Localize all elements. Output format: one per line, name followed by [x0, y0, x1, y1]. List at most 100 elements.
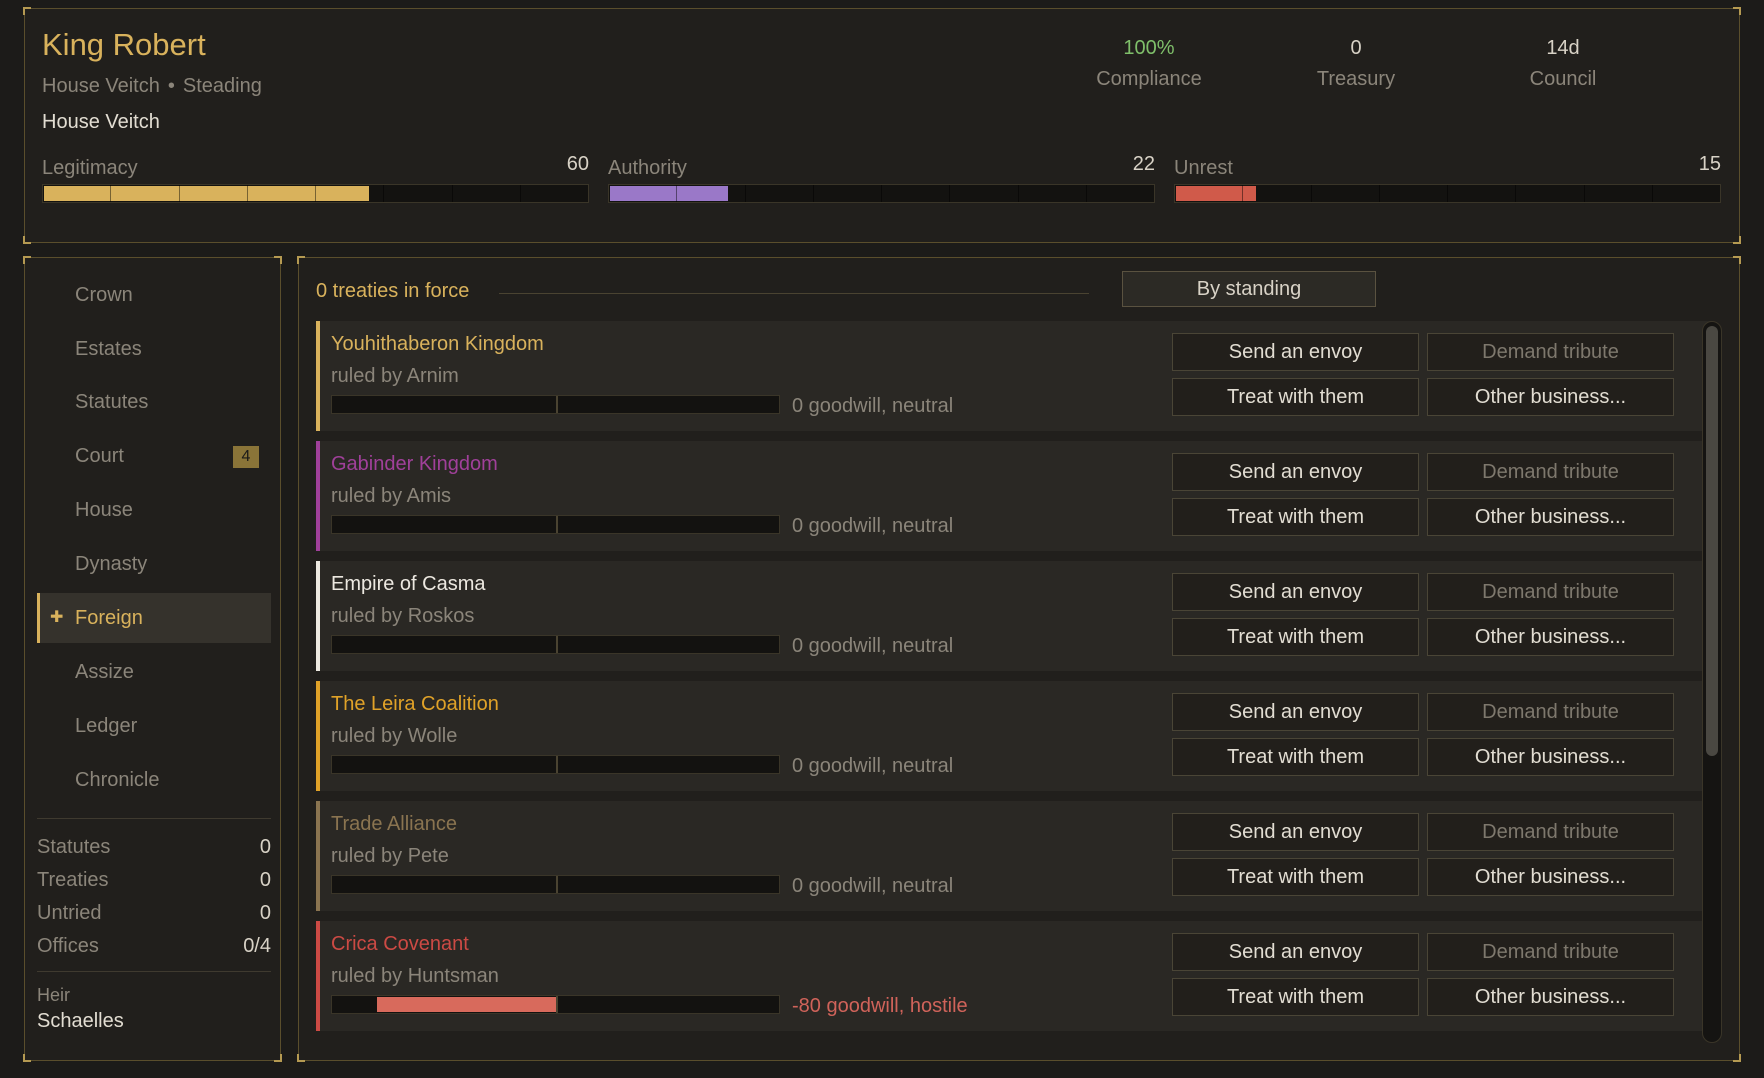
sidebar-item-label: Statutes: [75, 391, 149, 413]
realm-row: Youhithaberon Kingdom ruled by Arnim 0 goo…: [316, 321, 1711, 431]
demand-tribute-button[interactable]: Demand tribute: [1427, 333, 1674, 371]
realm-name[interactable]: Empire of Casma: [331, 573, 486, 596]
realm-row: The Leira Coalition ruled by Wolle 0 goodw…: [316, 681, 1711, 791]
divider: [37, 818, 271, 819]
sidebar-item-dynasty[interactable]: Dynasty: [37, 539, 271, 589]
treat-with-them-button[interactable]: Treat with them: [1172, 978, 1419, 1016]
summary-offices: Offices 0/4: [37, 935, 271, 958]
summary-statutes: Statutes 0: [37, 836, 271, 859]
sidebar-item-label: Court: [75, 445, 124, 467]
demand-tribute-button[interactable]: Demand tribute: [1427, 573, 1674, 611]
realm-ruler: ruled by Arnim: [331, 365, 459, 387]
send-envoy-button[interactable]: Send an envoy: [1172, 333, 1419, 371]
stat-value: 14d: [1546, 37, 1580, 59]
meter-value: 15: [1698, 153, 1721, 175]
goodwill-fill: [377, 997, 556, 1012]
treat-with-them-button[interactable]: Treat with them: [1172, 858, 1419, 896]
demand-tribute-button[interactable]: Demand tribute: [1427, 453, 1674, 491]
summary-untried: Untried 0: [37, 902, 271, 925]
foreign-panel: 0 treaties in force By standing Youhitha…: [297, 256, 1741, 1062]
sidebar-item-label: Estates: [75, 338, 142, 360]
ruler-seat: Steading: [182, 75, 262, 97]
stat-label: Treasury: [1316, 68, 1396, 90]
meter-value: 22: [1132, 153, 1155, 175]
realm-ruler: ruled by Amis: [331, 485, 452, 507]
ruler-house-line: House Veitch: [42, 111, 160, 133]
sidebar-item-ledger[interactable]: Ledger: [37, 701, 271, 751]
send-envoy-button[interactable]: Send an envoy: [1172, 573, 1419, 611]
other-business-button[interactable]: Other business...: [1427, 498, 1674, 536]
other-business-button[interactable]: Other business...: [1427, 978, 1674, 1016]
stat-compliance: 100% Compliance: [1059, 37, 1239, 91]
stat-council: 14d Council: [1473, 37, 1653, 91]
sidebar-item-chronicle[interactable]: Chronicle: [37, 755, 271, 805]
treat-with-them-button[interactable]: Treat with them: [1172, 498, 1419, 536]
send-envoy-button[interactable]: Send an envoy: [1172, 453, 1419, 491]
treat-with-them-button[interactable]: Treat with them: [1172, 618, 1419, 656]
other-business-button[interactable]: Other business...: [1427, 378, 1674, 416]
summary-value: 0: [259, 836, 271, 858]
goodwill-bar: [331, 875, 780, 894]
sidebar-item-assize[interactable]: Assize: [37, 647, 271, 697]
other-business-button[interactable]: Other business...: [1427, 738, 1674, 776]
demand-tribute-button[interactable]: Demand tribute: [1427, 933, 1674, 971]
meter-value: 60: [566, 153, 589, 175]
separator-dot: •: [167, 75, 175, 97]
heir-name: Schaelles: [37, 1010, 124, 1032]
sidebar-item-foreign[interactable]: ✚ Foreign: [37, 593, 271, 643]
goodwill-text: 0 goodwill, neutral: [792, 395, 954, 417]
realm-name[interactable]: Crica Covenant: [331, 933, 469, 956]
treat-with-them-button[interactable]: Treat with them: [1172, 738, 1419, 776]
divider: [499, 293, 1089, 294]
sidebar: Crown Estates Statutes Court 4 House Dyna…: [23, 256, 282, 1062]
sort-by-standing-button[interactable]: By standing: [1122, 271, 1376, 307]
goodwill-text: -80 goodwill, hostile: [792, 995, 968, 1017]
realm-name[interactable]: Youhithaberon Kingdom: [331, 333, 544, 356]
demand-tribute-button[interactable]: Demand tribute: [1427, 813, 1674, 851]
meter-track: [608, 184, 1155, 203]
sidebar-item-estates[interactable]: Estates: [37, 324, 271, 374]
sidebar-item-label: Crown: [75, 284, 133, 306]
court-count-badge: 4: [233, 446, 259, 468]
ruler-name: King Robert: [42, 27, 206, 62]
treat-with-them-button[interactable]: Treat with them: [1172, 378, 1419, 416]
other-business-button[interactable]: Other business...: [1427, 858, 1674, 896]
send-envoy-button[interactable]: Send an envoy: [1172, 933, 1419, 971]
active-marker-icon: ✚: [50, 609, 64, 626]
realm-row: Empire of Casma ruled by Roskos 0 goodwill…: [316, 561, 1711, 671]
goodwill-bar: [331, 515, 780, 534]
sidebar-item-court[interactable]: Court 4: [37, 431, 271, 481]
summary-value: 0: [259, 869, 271, 891]
scrollbar-thumb[interactable]: [1706, 326, 1718, 756]
sidebar-item-statutes[interactable]: Statutes: [37, 377, 271, 427]
goodwill-bar: [331, 995, 780, 1014]
sidebar-item-crown[interactable]: Crown: [37, 270, 271, 320]
realm-name[interactable]: Gabinder Kingdom: [331, 453, 498, 476]
summary-treaties: Treaties 0: [37, 869, 271, 892]
meter-track: [42, 184, 589, 203]
stat-treasury: 0 Treasury: [1266, 37, 1446, 91]
realm-row: Gabinder Kingdom ruled by Amis 0 goodwill,…: [316, 441, 1711, 551]
meter-label: Authority: [608, 157, 687, 179]
goodwill-bar: [331, 635, 780, 654]
summary-label: Statutes: [37, 836, 111, 858]
summary-label: Untried: [37, 902, 102, 924]
sidebar-item-label: Chronicle: [75, 769, 160, 791]
meter-legitimacy: Legitimacy 60: [42, 153, 589, 203]
realm-name[interactable]: Trade Alliance: [331, 813, 457, 836]
divider: [37, 971, 271, 972]
other-business-button[interactable]: Other business...: [1427, 618, 1674, 656]
demand-tribute-button[interactable]: Demand tribute: [1427, 693, 1674, 731]
goodwill-text: 0 goodwill, neutral: [792, 875, 954, 897]
send-envoy-button[interactable]: Send an envoy: [1172, 693, 1419, 731]
goodwill-text: 0 goodwill, neutral: [792, 755, 954, 777]
realm-ruler: ruled by Pete: [331, 845, 449, 867]
send-envoy-button[interactable]: Send an envoy: [1172, 813, 1419, 851]
summary-label: Treaties: [37, 869, 109, 891]
scrollbar[interactable]: [1702, 321, 1722, 1043]
treaty-count: 0 treaties in force: [316, 280, 470, 302]
sidebar-item-label: Assize: [75, 661, 134, 683]
realm-name[interactable]: The Leira Coalition: [331, 693, 499, 716]
sidebar-item-house[interactable]: House: [37, 485, 271, 535]
summary-value: 0: [259, 902, 271, 924]
